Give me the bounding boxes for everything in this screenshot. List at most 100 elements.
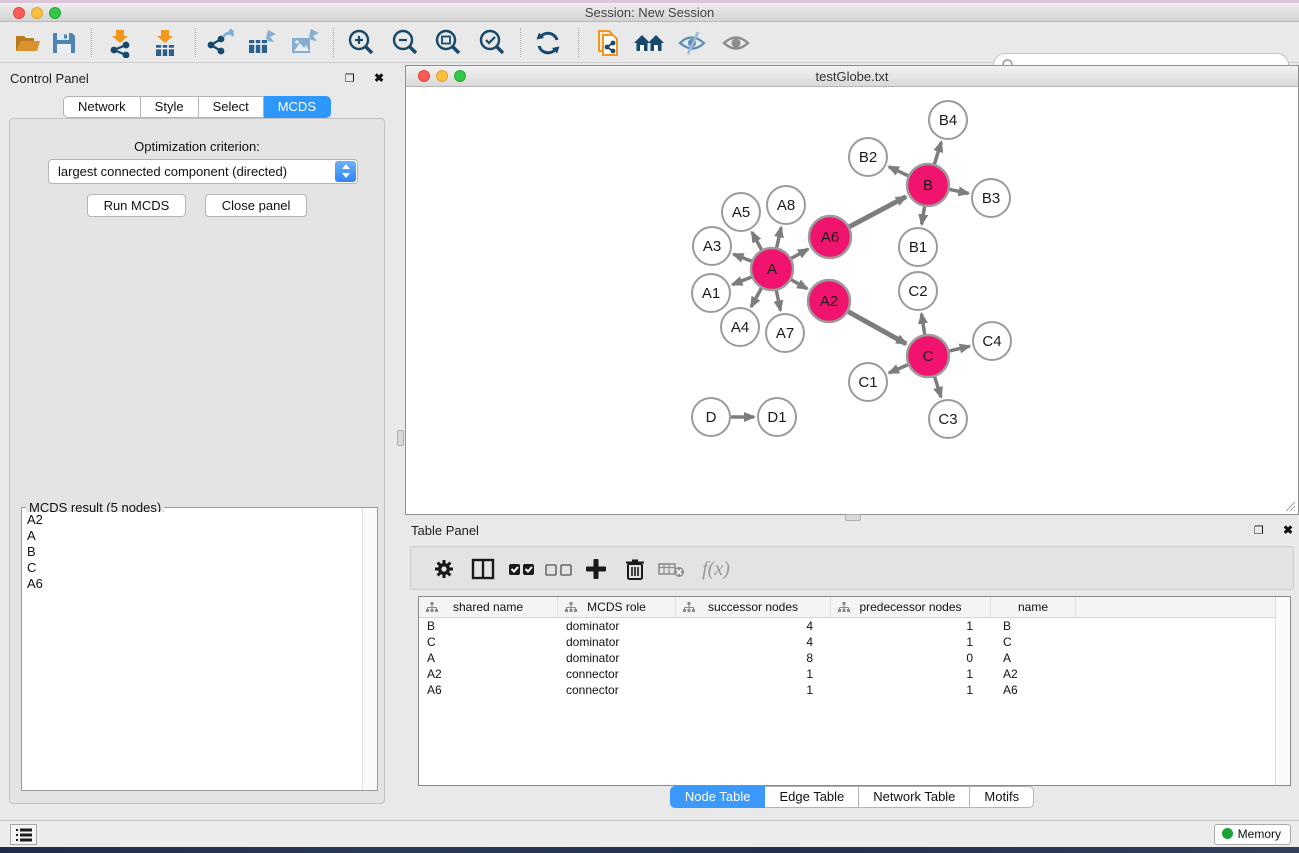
- node-table[interactable]: shared nameMCDS rolesuccessor nodesprede…: [418, 596, 1291, 786]
- graph-edge-A2-C[interactable]: [848, 312, 906, 344]
- table-settings-icon[interactable]: [429, 554, 459, 584]
- network-canvas[interactable]: AA1A2A3A4A5A6A7A8BB1B2B3B4CC1C2C3C4DD1: [406, 87, 1298, 514]
- zoom-in-icon[interactable]: [345, 27, 377, 59]
- graph-node-A1[interactable]: A1: [692, 274, 730, 312]
- show-columns-icon[interactable]: [468, 554, 498, 584]
- table-cell[interactable]: 1: [831, 682, 991, 698]
- table-row[interactable]: Bdominator41B: [419, 618, 1275, 634]
- graph-edge-B-B4[interactable]: [934, 142, 941, 164]
- graph-edge-C-C4[interactable]: [949, 346, 969, 351]
- graph-edge-A6-B[interactable]: [849, 197, 905, 227]
- unselect-all-columns-icon[interactable]: [544, 554, 574, 584]
- criterion-select[interactable]: largest connected component (directed): [48, 159, 358, 184]
- mcds-result-item[interactable]: B: [23, 544, 362, 560]
- graph-node-B2[interactable]: B2: [849, 138, 887, 176]
- open-file-icon[interactable]: [12, 27, 44, 59]
- mcds-result-list[interactable]: A2ABCA6: [23, 512, 362, 789]
- delete-table-icon[interactable]: [657, 554, 687, 584]
- graph-edge-C-C3[interactable]: [935, 377, 941, 397]
- table-cell[interactable]: dominator: [558, 650, 676, 666]
- float-window-icon[interactable]: ❐: [1254, 525, 1272, 537]
- table-cell[interactable]: connector: [558, 666, 676, 682]
- import-table-icon[interactable]: [149, 27, 181, 59]
- table-cell[interactable]: C: [991, 634, 1076, 650]
- task-history-button[interactable]: [10, 824, 37, 845]
- function-builder-icon[interactable]: f(x): [694, 554, 738, 584]
- close-panel-icon[interactable]: ✖: [1283, 523, 1293, 537]
- table-cell[interactable]: A: [991, 650, 1076, 666]
- graph-node-A[interactable]: A: [751, 248, 793, 290]
- table-cell[interactable]: 1: [676, 682, 831, 698]
- graph-node-A4[interactable]: A4: [721, 308, 759, 346]
- tab-motifs[interactable]: Motifs: [970, 786, 1034, 808]
- table-cell[interactable]: A6: [991, 682, 1076, 698]
- graph-edge-A-A8[interactable]: [777, 227, 781, 247]
- table-row[interactable]: Cdominator41C: [419, 634, 1275, 650]
- column-header-MCDS-role[interactable]: MCDS role: [558, 597, 676, 618]
- table-scrollbar[interactable]: [1275, 597, 1290, 785]
- graph-edge-B-B3[interactable]: [950, 189, 969, 193]
- table-cell[interactable]: A2: [991, 666, 1076, 682]
- tab-network-table[interactable]: Network Table: [859, 786, 970, 808]
- table-cell[interactable]: B: [419, 618, 558, 634]
- graph-node-B3[interactable]: B3: [972, 179, 1010, 217]
- table-cell[interactable]: B: [991, 618, 1076, 634]
- export-network-icon[interactable]: [203, 27, 235, 59]
- table-row[interactable]: Adominator80A: [419, 650, 1275, 666]
- graph-node-D[interactable]: D: [692, 398, 730, 436]
- clone-network-icon[interactable]: [592, 27, 624, 59]
- float-window-icon[interactable]: ❐: [345, 73, 363, 85]
- table-cell[interactable]: 8: [676, 650, 831, 666]
- zoom-fit-icon[interactable]: [432, 27, 464, 59]
- graph-node-C3[interactable]: C3: [929, 400, 967, 438]
- graph-edge-A-A3[interactable]: [733, 254, 751, 261]
- table-cell[interactable]: 1: [831, 634, 991, 650]
- tab-mcds[interactable]: MCDS: [264, 96, 331, 118]
- mcds-result-item[interactable]: A: [23, 528, 362, 544]
- table-cell[interactable]: 4: [676, 618, 831, 634]
- save-session-icon[interactable]: [48, 27, 80, 59]
- graph-edge-A-A6[interactable]: [791, 249, 808, 258]
- table-cell[interactable]: connector: [558, 682, 676, 698]
- table-cell[interactable]: 4: [676, 634, 831, 650]
- graph-node-B4[interactable]: B4: [929, 101, 967, 139]
- table-cell[interactable]: C: [419, 634, 558, 650]
- graph-edge-A-A1[interactable]: [732, 277, 751, 285]
- table-cell[interactable]: A: [419, 650, 558, 666]
- memory-button[interactable]: Memory: [1214, 824, 1291, 845]
- result-scrollbar[interactable]: [362, 508, 377, 790]
- table-cell[interactable]: A2: [419, 666, 558, 682]
- import-network-icon[interactable]: [104, 27, 136, 59]
- graph-edge-C-C2[interactable]: [921, 314, 924, 335]
- graph-node-C1[interactable]: C1: [849, 363, 887, 401]
- graph-node-A2[interactable]: A2: [808, 280, 850, 322]
- graph-node-D1[interactable]: D1: [758, 398, 796, 436]
- table-cell[interactable]: 1: [831, 666, 991, 682]
- table-cell[interactable]: 1: [676, 666, 831, 682]
- column-header-successor-nodes[interactable]: successor nodes: [676, 597, 831, 618]
- table-header-row[interactable]: shared nameMCDS rolesuccessor nodesprede…: [419, 597, 1275, 618]
- graph-edge-A-A4[interactable]: [751, 288, 761, 307]
- graph-node-B1[interactable]: B1: [899, 228, 937, 266]
- close-panel-button[interactable]: Close panel: [205, 194, 308, 217]
- graph-edge-A-A7[interactable]: [776, 291, 780, 311]
- zoom-selected-icon[interactable]: [476, 27, 508, 59]
- graph-node-C[interactable]: C: [907, 335, 949, 377]
- hide-panel-icon[interactable]: [676, 27, 708, 59]
- graph-node-C4[interactable]: C4: [973, 322, 1011, 360]
- export-table-icon[interactable]: [245, 27, 277, 59]
- tab-select[interactable]: Select: [199, 96, 264, 118]
- table-row[interactable]: A6connector11A6: [419, 682, 1275, 698]
- tab-style[interactable]: Style: [141, 96, 199, 118]
- graph-edge-A-A5[interactable]: [752, 232, 762, 249]
- graph-node-A7[interactable]: A7: [766, 314, 804, 352]
- graph-node-A3[interactable]: A3: [693, 227, 731, 265]
- add-column-icon[interactable]: [581, 554, 611, 584]
- graph-node-A5[interactable]: A5: [722, 193, 760, 231]
- show-panel-icon[interactable]: [720, 27, 752, 59]
- table-row[interactable]: A2connector11A2: [419, 666, 1275, 682]
- export-image-icon[interactable]: [288, 27, 320, 59]
- graph-edge-A-A2[interactable]: [791, 280, 807, 289]
- splitter-handle-vertical[interactable]: [397, 430, 404, 446]
- refresh-icon[interactable]: [532, 27, 564, 59]
